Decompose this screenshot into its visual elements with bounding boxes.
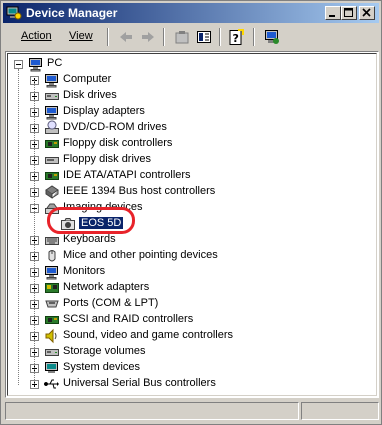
window-title: Device Manager (26, 6, 118, 20)
toolbar-separator (219, 28, 221, 46)
properties-button[interactable] (171, 27, 193, 47)
usb-icon (44, 376, 60, 392)
tree-item-label: System devices (63, 361, 141, 373)
toolbar-separator (107, 28, 109, 46)
forward-arrow-icon (142, 32, 154, 42)
tree-item-label: Mice and other pointing devices (63, 249, 218, 261)
tree-item-scsi-and-raid-controllers[interactable]: SCSI and RAID controllers (8, 312, 376, 328)
title-bar[interactable]: Device Manager (3, 3, 379, 23)
maximize-button[interactable] (341, 6, 357, 20)
storage-volume-icon (44, 344, 60, 360)
tree-item-label: Network adapters (63, 281, 150, 293)
view-icon (197, 31, 211, 43)
tree-root-pc[interactable]: PC (8, 56, 376, 72)
floppy-controller-icon (44, 136, 60, 152)
tree-item-label: Storage volumes (63, 345, 146, 357)
keyboard-icon (44, 232, 60, 248)
tree-item-ports-com-lpt[interactable]: Ports (COM & LPT) (8, 296, 376, 312)
tree-item-label: IEEE 1394 Bus host controllers (63, 185, 216, 197)
status-bar-pane-secondary (301, 402, 379, 420)
ide-controller-icon (44, 168, 60, 184)
tree-item-label: Ports (COM & LPT) (63, 297, 159, 309)
monitor-icon (44, 264, 60, 280)
scsi-icon (44, 312, 60, 328)
tree-item-floppy-disk-drives[interactable]: Floppy disk drives (8, 152, 376, 168)
menu-toolbar: Action View ? (3, 25, 379, 49)
tree-item-label: Monitors (63, 265, 106, 277)
tree-item-label: Computer (63, 73, 112, 85)
tree-item-label: Display adapters (63, 105, 145, 117)
scan-hardware-icon (265, 30, 279, 44)
tree-item-network-adapters[interactable]: Network adapters (8, 280, 376, 296)
selection-highlight-ring (47, 207, 135, 234)
tree-item-storage-volumes[interactable]: Storage volumes (8, 344, 376, 360)
sound-icon (44, 328, 60, 344)
tree-item-monitors[interactable]: Monitors (8, 264, 376, 280)
help-icon: ? (229, 29, 244, 45)
tree-item-mice-and-other-pointing-devices[interactable]: Mice and other pointing devices (8, 248, 376, 264)
tree-item-label: Disk drives (63, 89, 117, 101)
minimize-icon (329, 15, 335, 17)
menu-action[interactable]: Action (17, 29, 56, 43)
tree-item-sound-video-and-game-controllers[interactable]: Sound, video and game controllers (8, 328, 376, 344)
disk-drive-icon (44, 88, 60, 104)
tree-item-label: PC (47, 57, 63, 69)
floppy-drive-icon (44, 152, 60, 168)
tree-item-universal-serial-bus-controllers[interactable]: Universal Serial Bus controllers (8, 376, 376, 392)
close-icon (362, 8, 371, 17)
tree-item-display-adapters[interactable]: Display adapters (8, 104, 376, 120)
status-bar-pane-main (5, 402, 299, 420)
tree-item-ide-ata-atapi-controllers[interactable]: IDE ATA/ATAPI controllers (8, 168, 376, 184)
tree-connector-line (34, 80, 35, 384)
back-button[interactable] (115, 27, 137, 47)
system-device-icon (44, 360, 60, 376)
tree-item-ieee-1394-bus-host-controllers[interactable]: IEEE 1394 Bus host controllers (8, 184, 376, 200)
mouse-icon (44, 248, 60, 264)
tree-item-label: Floppy disk drives (63, 153, 152, 165)
minimize-button[interactable] (325, 6, 341, 20)
pc-icon (28, 56, 44, 72)
svg-text:?: ? (233, 32, 239, 45)
tree-item-label: IDE ATA/ATAPI controllers (63, 169, 191, 181)
forward-button[interactable] (137, 27, 159, 47)
tree-item-dvd-cd-rom-drives[interactable]: DVD/CD-ROM drives (8, 120, 376, 136)
tree-item-label: Floppy disk controllers (63, 137, 173, 149)
view-button[interactable] (193, 27, 215, 47)
display-adapter-icon (44, 104, 60, 120)
tree-item-computer[interactable]: Computer (8, 72, 376, 88)
properties-icon (175, 31, 189, 44)
tree-item-label: DVD/CD-ROM drives (63, 121, 167, 133)
collapse-icon[interactable] (14, 60, 23, 69)
menu-view[interactable]: View (65, 29, 97, 43)
tree-item-disk-drives[interactable]: Disk drives (8, 88, 376, 104)
toolbar-separator (163, 28, 165, 46)
scan-hardware-button[interactable] (261, 27, 283, 47)
tree-item-label: Keyboards (63, 233, 116, 245)
help-button[interactable]: ? (225, 27, 247, 47)
tree-connector-line (18, 69, 19, 385)
close-button[interactable] (359, 6, 375, 20)
tree-item-system-devices[interactable]: System devices (8, 360, 376, 376)
tree-item-label: Universal Serial Bus controllers (63, 377, 216, 389)
maximize-icon (344, 8, 353, 17)
back-arrow-icon (120, 32, 132, 42)
tree-item-label: SCSI and RAID controllers (63, 313, 194, 325)
device-manager-icon (6, 5, 22, 21)
port-icon (44, 296, 60, 312)
tree-item-label: Sound, video and game controllers (63, 329, 233, 341)
cdrom-icon (44, 120, 60, 136)
network-adapter-icon (44, 280, 60, 296)
computer-icon (44, 72, 60, 88)
toolbar-separator (253, 28, 255, 46)
tree-item-floppy-disk-controllers[interactable]: Floppy disk controllers (8, 136, 376, 152)
firewire-icon (44, 184, 60, 200)
tree-item-keyboards[interactable]: Keyboards (8, 232, 376, 248)
